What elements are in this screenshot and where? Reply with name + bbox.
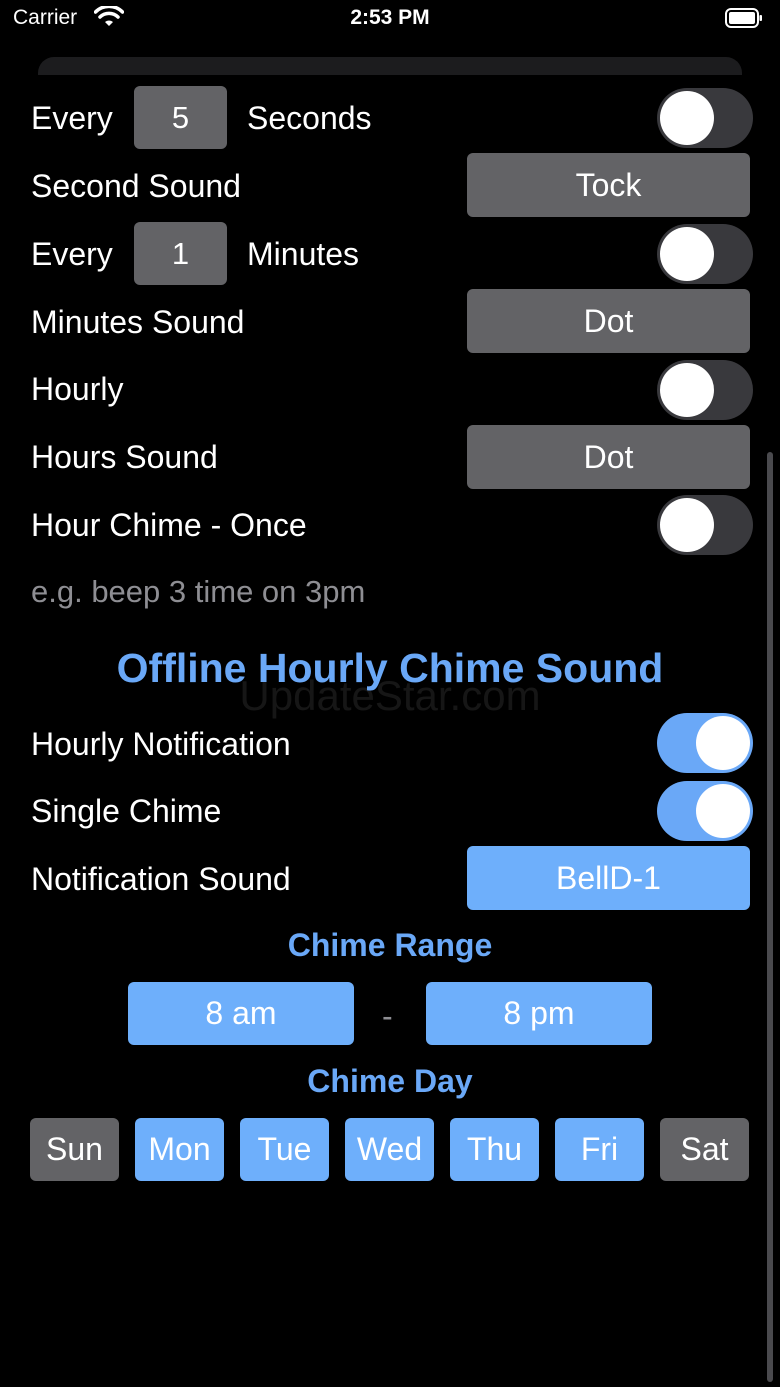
every-seconds-prefix: Every [31,100,113,136]
every-minutes-unit: Minutes [247,236,360,272]
seconds-interval-field[interactable]: 5 [134,86,227,149]
notification-sound-label: Notification Sound [31,861,291,897]
chime-range-title: Chime Range [287,927,493,963]
hourly-notification-toggle[interactable] [657,713,753,773]
hourly-notification-label: Hourly Notification [31,726,291,762]
top-bar-remnant [38,57,742,75]
every-seconds-toggle[interactable] [657,88,753,148]
every-minutes-prefix: Every [31,236,113,272]
day-button-tue[interactable]: Tue [240,1118,329,1181]
toggle-knob [660,363,714,417]
offline-section-title: Offline Hourly Chime Sound [116,645,664,691]
second-sound-button[interactable]: Tock [467,153,750,217]
hint-text: e.g. beep 3 time on 3pm [31,574,366,609]
hourly-label: Hourly [31,371,124,407]
every-minutes-toggle[interactable] [657,224,753,284]
chime-day-title: Chime Day [307,1063,473,1099]
hours-sound-button[interactable]: Dot [467,425,750,489]
hourly-toggle[interactable] [657,360,753,420]
minutes-sound-label: Minutes Sound [31,304,245,340]
day-button-fri[interactable]: Fri [555,1118,644,1181]
hour-chime-once-toggle[interactable] [657,495,753,555]
minutes-interval-field[interactable]: 1 [134,222,227,285]
toggle-knob [696,716,750,770]
day-button-thu[interactable]: Thu [450,1118,539,1181]
day-button-mon[interactable]: Mon [135,1118,224,1181]
scroll-indicator[interactable] [767,452,773,1382]
single-chime-label: Single Chime [31,793,222,829]
single-chime-toggle[interactable] [657,781,753,841]
day-button-sat[interactable]: Sat [660,1118,749,1181]
toggle-knob [660,498,714,552]
notification-sound-button[interactable]: BellD-1 [467,846,750,910]
status-bar: Carrier 2:53 PM [0,0,780,44]
chime-range-separator: - [382,998,393,1034]
toggle-knob [660,91,714,145]
hours-sound-label: Hours Sound [31,439,218,475]
every-seconds-unit: Seconds [247,100,372,136]
battery-icon [725,8,762,28]
day-button-sun[interactable]: Sun [30,1118,119,1181]
toggle-knob [696,784,750,838]
toggle-knob [660,227,714,281]
minutes-sound-button[interactable]: Dot [467,289,750,353]
chime-range-end-button[interactable]: 8 pm [426,982,652,1045]
hour-chime-once-label: Hour Chime - Once [31,507,307,543]
second-sound-label: Second Sound [31,168,241,204]
status-time: 2:53 PM [350,6,430,29]
day-button-wed[interactable]: Wed [345,1118,434,1181]
chime-range-start-button[interactable]: 8 am [128,982,354,1045]
